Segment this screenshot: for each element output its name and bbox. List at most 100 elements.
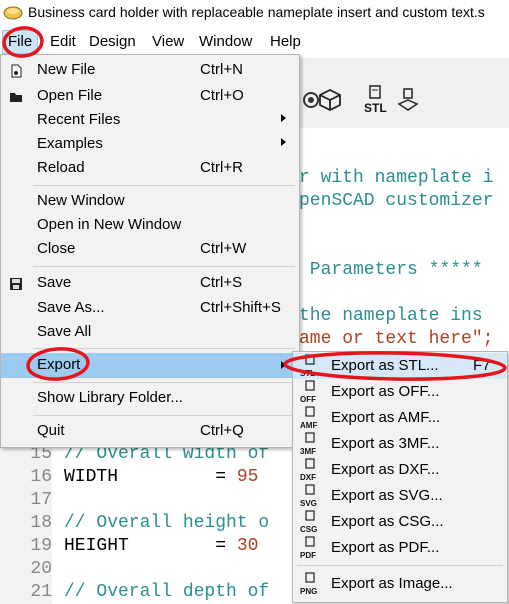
icon-text: AMF xyxy=(300,421,317,430)
new-file-icon xyxy=(11,64,22,78)
menu-separator xyxy=(33,348,295,349)
export-stl-file-icon: STL xyxy=(300,354,315,378)
code-key: WIDTH xyxy=(64,467,119,487)
menu-item-label: Open in New Window xyxy=(37,216,182,233)
menu-item-label: Save As... xyxy=(37,299,105,316)
icon-text: STL xyxy=(300,369,315,378)
menu-item-shortcut: Ctrl+R xyxy=(200,159,243,176)
menu-item-label: Export xyxy=(37,356,81,373)
menu-item-reload[interactable]: Reload Ctrl+R xyxy=(1,157,299,181)
menu-item-recent-files[interactable]: Recent Files xyxy=(1,109,299,133)
code-line: WIDTH = 95 xyxy=(64,466,258,489)
menu-design[interactable]: Design xyxy=(85,33,140,50)
menu-item-label: Close xyxy=(37,240,76,257)
export-item-svg[interactable]: SVG Export as SVG... xyxy=(293,483,507,509)
stl-text: STL xyxy=(364,101,387,115)
menu-item-shortcut: Ctrl+S xyxy=(200,274,243,291)
export-csg-file-icon: CSG xyxy=(300,510,317,534)
menu-separator xyxy=(33,185,295,186)
menu-help[interactable]: Help xyxy=(266,33,305,50)
menu-item-shortcut: Ctrl+W xyxy=(200,240,247,257)
line-number: 17 xyxy=(0,489,52,512)
submenu-arrow-icon xyxy=(281,138,286,146)
export-3d-icon[interactable] xyxy=(396,88,420,112)
export-item-label: Export as PDF... xyxy=(331,539,440,556)
menu-item-quit[interactable]: Quit Ctrl+Q xyxy=(1,420,299,444)
menu-file[interactable]: File xyxy=(2,30,39,54)
icon-text: 3MF xyxy=(300,447,316,456)
code-line: // Overall height o xyxy=(64,513,270,533)
menu-edit[interactable]: Edit xyxy=(46,33,80,50)
menu-item-shortcut: Ctrl+Q xyxy=(200,422,244,439)
code-value: 95 xyxy=(236,467,259,487)
export-png-file-icon: PNG xyxy=(300,572,317,596)
icon-text: DXF xyxy=(300,473,316,482)
menu-item-open-file[interactable]: Open File Ctrl+O xyxy=(1,85,299,109)
export-amf-file-icon: AMF xyxy=(300,406,317,430)
export-pdf-file-icon: PDF xyxy=(300,536,316,560)
menu-separator xyxy=(33,415,295,416)
export-item-label: Export as SVG... xyxy=(331,487,443,504)
export-item-label: Export as DXF... xyxy=(331,461,440,478)
export-submenu: STL Export as STL... F7 OFF Export as OF… xyxy=(292,351,508,603)
export-item-dxf[interactable]: DXF Export as DXF... xyxy=(293,457,507,483)
menu-item-show-library-folder[interactable]: Show Library Folder... xyxy=(1,387,299,411)
menu-item-label: Quit xyxy=(37,422,65,439)
menu-item-save-as[interactable]: Save As... Ctrl+Shift+S xyxy=(1,297,299,321)
export-item-3mf[interactable]: 3MF Export as 3MF... xyxy=(293,431,507,457)
menu-item-shortcut: Ctrl+Shift+S xyxy=(200,299,281,316)
menu-item-label: Save xyxy=(37,274,72,291)
submenu-arrow-icon xyxy=(281,114,286,122)
menu-item-label: Examples xyxy=(37,135,103,152)
menu-item-label: Reload xyxy=(37,159,85,176)
menu-item-save-all[interactable]: Save All xyxy=(1,321,299,345)
menu-item-export[interactable]: Export xyxy=(1,353,299,378)
menu-item-shortcut: Ctrl+N xyxy=(200,61,243,78)
code-fragment: penSCAD customizer xyxy=(299,191,494,211)
line-number: 18 xyxy=(0,512,52,535)
menu-item-close[interactable]: Close Ctrl+W xyxy=(1,238,299,262)
window-title: Business card holder with replaceable na… xyxy=(28,4,485,20)
export-3mf-file-icon: 3MF xyxy=(300,432,316,456)
export-item-label: Export as CSG... xyxy=(331,513,444,530)
export-item-label: Export as OFF... xyxy=(331,383,440,400)
export-item-off[interactable]: OFF Export as OFF... xyxy=(293,379,507,405)
open-folder-icon xyxy=(10,93,22,102)
export-item-label: Export as AMF... xyxy=(331,409,441,426)
export-item-pdf[interactable]: PDF Export as PDF... xyxy=(293,535,507,561)
menu-item-new-file[interactable]: New File Ctrl+N xyxy=(1,59,299,83)
export-off-file-icon: OFF xyxy=(300,380,316,404)
menu-separator xyxy=(33,382,295,383)
code-eq: = xyxy=(118,467,237,487)
line-number: 19 xyxy=(0,535,52,558)
line-number: 20 xyxy=(0,558,52,581)
menu-window[interactable]: Window xyxy=(195,33,256,50)
menu-separator xyxy=(33,266,295,267)
export-item-csg[interactable]: CSG Export as CSG... xyxy=(293,509,507,535)
menu-item-examples[interactable]: Examples xyxy=(1,133,299,157)
menu-item-label: Recent Files xyxy=(37,111,121,128)
menu-item-open-in-new-window[interactable]: Open in New Window xyxy=(1,214,299,238)
icon-text: OFF xyxy=(300,395,316,404)
export-item-image[interactable]: PNG Export as Image... xyxy=(293,571,507,597)
code-fragment: ame or text here"; xyxy=(299,329,494,349)
export-item-stl[interactable]: STL Export as STL... F7 xyxy=(293,353,507,379)
menu-item-label: Show Library Folder... xyxy=(37,389,183,406)
export-item-amf[interactable]: AMF Export as AMF... xyxy=(293,405,507,431)
menu-view[interactable]: View xyxy=(148,33,188,50)
menu-item-label: New File xyxy=(37,61,96,78)
code-eq: = xyxy=(128,536,237,556)
menu-item-save[interactable]: Save Ctrl+S xyxy=(1,272,299,296)
menu-bar: File Edit Design View Window Help xyxy=(0,30,509,54)
menu-item-label: Save All xyxy=(37,323,92,340)
export-item-label: Export as 3MF... xyxy=(331,435,440,452)
export-stl-icon[interactable]: STL xyxy=(362,85,390,115)
code-fragment: Parameters ***** xyxy=(299,260,483,280)
code-fragment: r with nameplate i xyxy=(299,168,494,188)
title-bar: Business card holder with replaceable na… xyxy=(0,0,509,26)
render-cube-icon[interactable] xyxy=(318,88,342,112)
menu-item-new-window[interactable]: New Window xyxy=(1,190,299,214)
menu-item-shortcut: Ctrl+O xyxy=(200,87,244,104)
export-svg-file-icon: SVG xyxy=(300,484,317,508)
menu-separator xyxy=(297,565,503,566)
